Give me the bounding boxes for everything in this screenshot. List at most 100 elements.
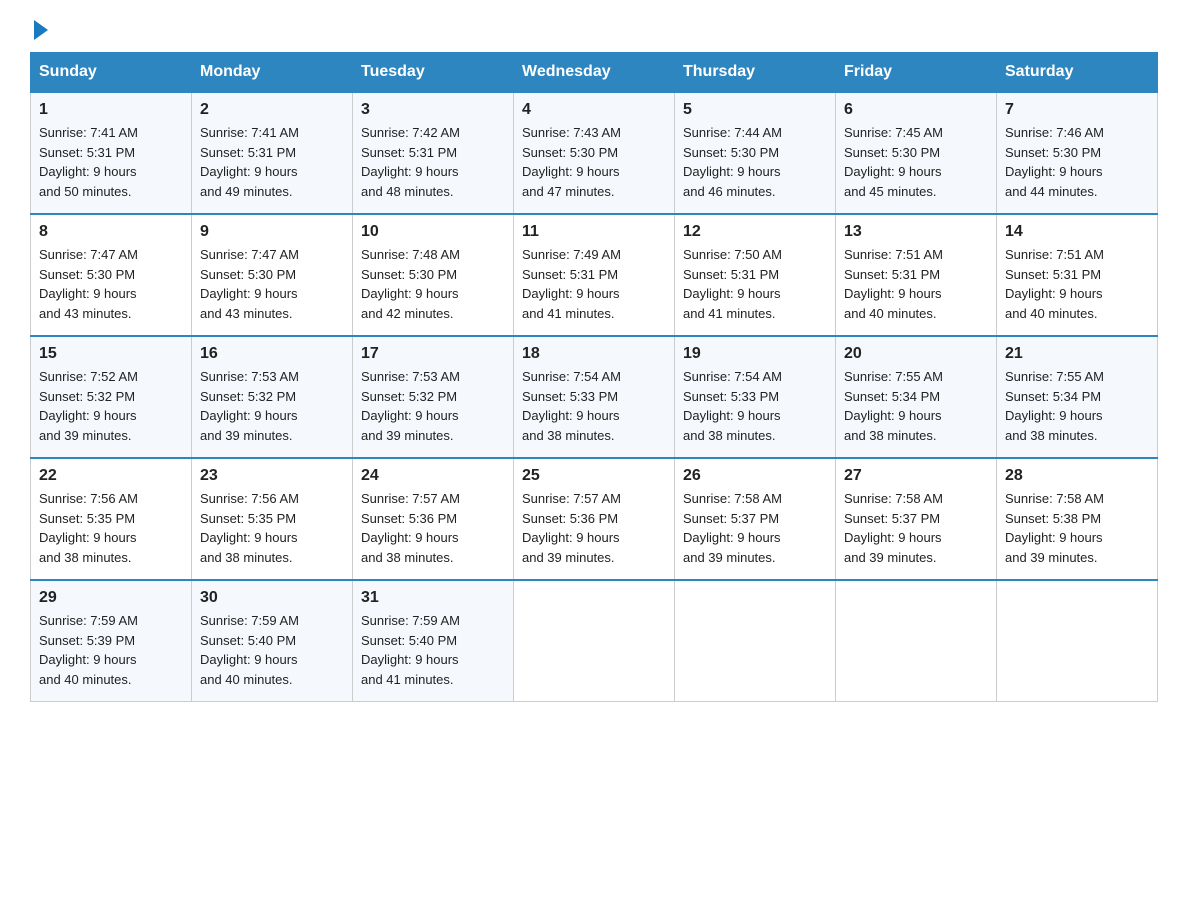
daylight-label: Daylight: 9 hoursand 46 minutes. bbox=[683, 164, 781, 199]
day-info: Sunrise: 7:59 AM Sunset: 5:40 PM Dayligh… bbox=[361, 611, 505, 689]
daylight-label: Daylight: 9 hoursand 40 minutes. bbox=[39, 652, 137, 687]
sunrise-label: Sunrise: 7:51 AM bbox=[1005, 247, 1104, 262]
sunset-label: Sunset: 5:30 PM bbox=[361, 267, 457, 282]
weekday-header-tuesday: Tuesday bbox=[353, 53, 514, 93]
day-info: Sunrise: 7:58 AM Sunset: 5:37 PM Dayligh… bbox=[844, 489, 988, 567]
calendar-cell: 2 Sunrise: 7:41 AM Sunset: 5:31 PM Dayli… bbox=[192, 92, 353, 214]
sunrise-label: Sunrise: 7:57 AM bbox=[361, 491, 460, 506]
weekday-header-friday: Friday bbox=[836, 53, 997, 93]
day-number: 21 bbox=[1005, 345, 1149, 363]
weekday-header-monday: Monday bbox=[192, 53, 353, 93]
day-info: Sunrise: 7:56 AM Sunset: 5:35 PM Dayligh… bbox=[200, 489, 344, 567]
day-info: Sunrise: 7:42 AM Sunset: 5:31 PM Dayligh… bbox=[361, 123, 505, 201]
day-info: Sunrise: 7:51 AM Sunset: 5:31 PM Dayligh… bbox=[844, 245, 988, 323]
sunrise-label: Sunrise: 7:55 AM bbox=[1005, 369, 1104, 384]
day-info: Sunrise: 7:53 AM Sunset: 5:32 PM Dayligh… bbox=[200, 367, 344, 445]
day-number: 22 bbox=[39, 467, 183, 485]
sunrise-label: Sunrise: 7:58 AM bbox=[683, 491, 782, 506]
calendar-cell: 4 Sunrise: 7:43 AM Sunset: 5:30 PM Dayli… bbox=[514, 92, 675, 214]
calendar-cell: 27 Sunrise: 7:58 AM Sunset: 5:37 PM Dayl… bbox=[836, 458, 997, 580]
day-number: 1 bbox=[39, 101, 183, 119]
day-number: 26 bbox=[683, 467, 827, 485]
daylight-label: Daylight: 9 hoursand 41 minutes. bbox=[361, 652, 459, 687]
calendar-week-row: 8 Sunrise: 7:47 AM Sunset: 5:30 PM Dayli… bbox=[31, 214, 1158, 336]
sunset-label: Sunset: 5:31 PM bbox=[200, 145, 296, 160]
sunset-label: Sunset: 5:37 PM bbox=[844, 511, 940, 526]
day-info: Sunrise: 7:45 AM Sunset: 5:30 PM Dayligh… bbox=[844, 123, 988, 201]
day-number: 11 bbox=[522, 223, 666, 241]
sunrise-label: Sunrise: 7:50 AM bbox=[683, 247, 782, 262]
daylight-label: Daylight: 9 hoursand 41 minutes. bbox=[683, 286, 781, 321]
sunset-label: Sunset: 5:31 PM bbox=[522, 267, 618, 282]
sunset-label: Sunset: 5:33 PM bbox=[683, 389, 779, 404]
calendar-cell bbox=[836, 580, 997, 702]
calendar-cell: 8 Sunrise: 7:47 AM Sunset: 5:30 PM Dayli… bbox=[31, 214, 192, 336]
calendar-cell: 9 Sunrise: 7:47 AM Sunset: 5:30 PM Dayli… bbox=[192, 214, 353, 336]
day-info: Sunrise: 7:57 AM Sunset: 5:36 PM Dayligh… bbox=[522, 489, 666, 567]
daylight-label: Daylight: 9 hoursand 38 minutes. bbox=[522, 408, 620, 443]
calendar-cell: 5 Sunrise: 7:44 AM Sunset: 5:30 PM Dayli… bbox=[675, 92, 836, 214]
daylight-label: Daylight: 9 hoursand 40 minutes. bbox=[1005, 286, 1103, 321]
sunrise-label: Sunrise: 7:41 AM bbox=[200, 125, 299, 140]
daylight-label: Daylight: 9 hoursand 40 minutes. bbox=[200, 652, 298, 687]
daylight-label: Daylight: 9 hoursand 44 minutes. bbox=[1005, 164, 1103, 199]
daylight-label: Daylight: 9 hoursand 39 minutes. bbox=[39, 408, 137, 443]
daylight-label: Daylight: 9 hoursand 50 minutes. bbox=[39, 164, 137, 199]
sunset-label: Sunset: 5:31 PM bbox=[683, 267, 779, 282]
logo-general bbox=[30, 20, 48, 38]
calendar-cell: 6 Sunrise: 7:45 AM Sunset: 5:30 PM Dayli… bbox=[836, 92, 997, 214]
daylight-label: Daylight: 9 hoursand 38 minutes. bbox=[1005, 408, 1103, 443]
daylight-label: Daylight: 9 hoursand 39 minutes. bbox=[361, 408, 459, 443]
sunset-label: Sunset: 5:33 PM bbox=[522, 389, 618, 404]
sunset-label: Sunset: 5:38 PM bbox=[1005, 511, 1101, 526]
calendar-table: SundayMondayTuesdayWednesdayThursdayFrid… bbox=[30, 52, 1158, 702]
sunrise-label: Sunrise: 7:43 AM bbox=[522, 125, 621, 140]
day-number: 29 bbox=[39, 589, 183, 607]
day-info: Sunrise: 7:55 AM Sunset: 5:34 PM Dayligh… bbox=[844, 367, 988, 445]
calendar-cell: 22 Sunrise: 7:56 AM Sunset: 5:35 PM Dayl… bbox=[31, 458, 192, 580]
day-info: Sunrise: 7:51 AM Sunset: 5:31 PM Dayligh… bbox=[1005, 245, 1149, 323]
daylight-label: Daylight: 9 hoursand 38 minutes. bbox=[361, 530, 459, 565]
calendar-cell: 19 Sunrise: 7:54 AM Sunset: 5:33 PM Dayl… bbox=[675, 336, 836, 458]
sunrise-label: Sunrise: 7:58 AM bbox=[1005, 491, 1104, 506]
day-info: Sunrise: 7:59 AM Sunset: 5:39 PM Dayligh… bbox=[39, 611, 183, 689]
calendar-cell: 15 Sunrise: 7:52 AM Sunset: 5:32 PM Dayl… bbox=[31, 336, 192, 458]
day-info: Sunrise: 7:52 AM Sunset: 5:32 PM Dayligh… bbox=[39, 367, 183, 445]
sunrise-label: Sunrise: 7:55 AM bbox=[844, 369, 943, 384]
day-number: 18 bbox=[522, 345, 666, 363]
sunset-label: Sunset: 5:32 PM bbox=[200, 389, 296, 404]
day-number: 16 bbox=[200, 345, 344, 363]
calendar-cell: 18 Sunrise: 7:54 AM Sunset: 5:33 PM Dayl… bbox=[514, 336, 675, 458]
day-info: Sunrise: 7:58 AM Sunset: 5:37 PM Dayligh… bbox=[683, 489, 827, 567]
sunrise-label: Sunrise: 7:51 AM bbox=[844, 247, 943, 262]
day-number: 12 bbox=[683, 223, 827, 241]
day-number: 14 bbox=[1005, 223, 1149, 241]
calendar-week-row: 22 Sunrise: 7:56 AM Sunset: 5:35 PM Dayl… bbox=[31, 458, 1158, 580]
day-info: Sunrise: 7:58 AM Sunset: 5:38 PM Dayligh… bbox=[1005, 489, 1149, 567]
sunset-label: Sunset: 5:30 PM bbox=[844, 145, 940, 160]
daylight-label: Daylight: 9 hoursand 39 minutes. bbox=[844, 530, 942, 565]
day-number: 28 bbox=[1005, 467, 1149, 485]
day-info: Sunrise: 7:47 AM Sunset: 5:30 PM Dayligh… bbox=[200, 245, 344, 323]
day-number: 2 bbox=[200, 101, 344, 119]
sunset-label: Sunset: 5:32 PM bbox=[39, 389, 135, 404]
sunrise-label: Sunrise: 7:56 AM bbox=[200, 491, 299, 506]
weekday-header-wednesday: Wednesday bbox=[514, 53, 675, 93]
logo bbox=[30, 20, 48, 32]
sunset-label: Sunset: 5:31 PM bbox=[844, 267, 940, 282]
sunrise-label: Sunrise: 7:59 AM bbox=[200, 613, 299, 628]
calendar-cell: 24 Sunrise: 7:57 AM Sunset: 5:36 PM Dayl… bbox=[353, 458, 514, 580]
day-number: 27 bbox=[844, 467, 988, 485]
calendar-cell: 16 Sunrise: 7:53 AM Sunset: 5:32 PM Dayl… bbox=[192, 336, 353, 458]
day-number: 13 bbox=[844, 223, 988, 241]
page-header bbox=[30, 20, 1158, 32]
daylight-label: Daylight: 9 hoursand 38 minutes. bbox=[683, 408, 781, 443]
calendar-cell: 23 Sunrise: 7:56 AM Sunset: 5:35 PM Dayl… bbox=[192, 458, 353, 580]
day-info: Sunrise: 7:43 AM Sunset: 5:30 PM Dayligh… bbox=[522, 123, 666, 201]
sunset-label: Sunset: 5:40 PM bbox=[361, 633, 457, 648]
sunrise-label: Sunrise: 7:59 AM bbox=[39, 613, 138, 628]
calendar-cell: 20 Sunrise: 7:55 AM Sunset: 5:34 PM Dayl… bbox=[836, 336, 997, 458]
day-number: 25 bbox=[522, 467, 666, 485]
sunset-label: Sunset: 5:34 PM bbox=[844, 389, 940, 404]
day-info: Sunrise: 7:56 AM Sunset: 5:35 PM Dayligh… bbox=[39, 489, 183, 567]
